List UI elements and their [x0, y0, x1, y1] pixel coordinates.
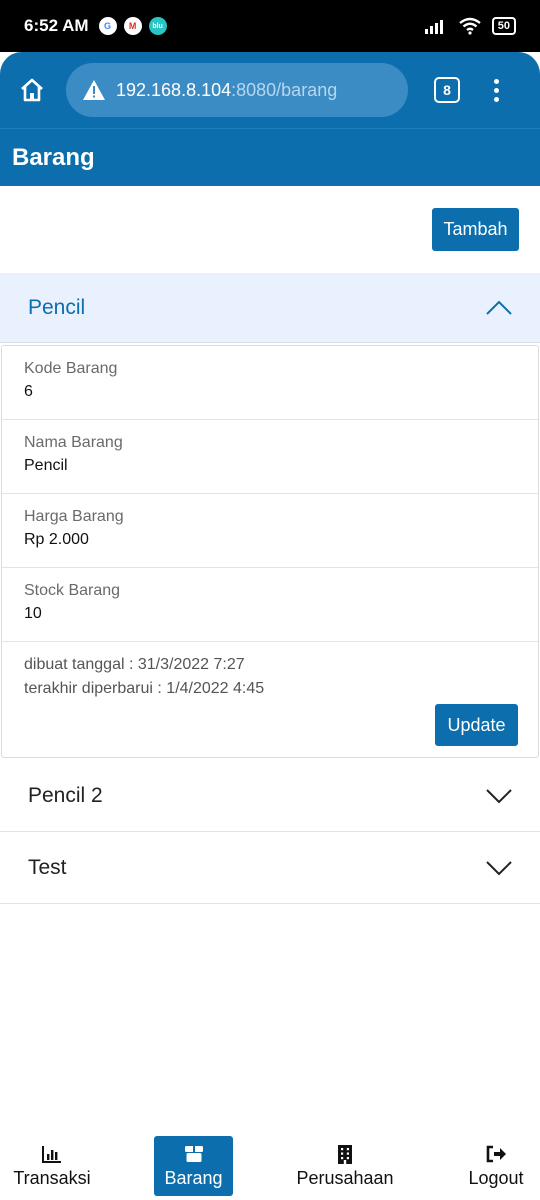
accordion-header-closed[interactable]: Test [0, 832, 540, 904]
warning-icon [82, 79, 106, 101]
url-host: 192.168.8.104 [116, 79, 232, 100]
accordion-title: Pencil [28, 295, 86, 319]
status-indicators: 50 [424, 17, 516, 35]
google-icon: G [98, 17, 117, 35]
detail-label: Stock Barang [24, 582, 121, 599]
app-header: Barang [0, 128, 540, 186]
item-detail-card: Kode Barang 6 Nama Barang Pencil Harga B… [1, 345, 539, 758]
detail-row-harga: Harga Barang Rp 2.000 [2, 494, 538, 568]
bar-chart-icon [42, 1143, 62, 1165]
building-icon [337, 1143, 353, 1165]
update-button[interactable]: Update [435, 704, 518, 746]
detail-row-nama: Nama Barang Pencil [2, 420, 538, 494]
signal-icon [424, 20, 443, 34]
detail-value: 10 [24, 605, 42, 622]
browser-menu-icon[interactable] [494, 78, 499, 102]
accordion-header-closed[interactable]: Pencil 2 [0, 760, 540, 832]
accordion-title: Pencil 2 [28, 783, 103, 807]
chevron-up-icon [486, 300, 512, 316]
home-icon [21, 78, 43, 102]
logout-icon [485, 1143, 507, 1165]
detail-value: Rp 2.000 [24, 531, 89, 548]
detail-row-kode: Kode Barang 6 [2, 346, 538, 420]
gmail-icon: M [123, 17, 142, 35]
nav-barang[interactable]: Barang [154, 1136, 233, 1196]
updated-date: terakhir diperbarui : 1/4/2022 4:45 [24, 680, 265, 697]
status-bar: 6:52 AM G M blu 50 [0, 0, 540, 52]
detail-row-stock: Stock Barang 10 [2, 568, 538, 642]
nav-label: Perusahaan [296, 1168, 394, 1188]
bottom-nav: Transaksi Barang Perusahaan Logout [0, 1132, 540, 1200]
created-date: dibuat tanggal : 31/3/2022 7:27 [24, 656, 245, 673]
box-icon [184, 1143, 204, 1165]
item-meta: dibuat tanggal : 31/3/2022 7:27 terakhir… [2, 642, 538, 758]
nav-label: Logout [468, 1168, 524, 1188]
add-button[interactable]: Tambah [432, 208, 519, 251]
status-time: 6:52 AM [24, 16, 89, 35]
blu-icon: blu [148, 17, 167, 35]
chevron-down-icon [486, 788, 512, 804]
nav-logout[interactable]: Logout [462, 1136, 530, 1196]
nav-label: Transaksi [13, 1168, 91, 1188]
detail-value: Pencil [24, 457, 68, 474]
page-title: Barang [12, 143, 95, 171]
detail-label: Kode Barang [24, 360, 118, 377]
url-path: :8080/barang [231, 79, 338, 100]
chevron-down-icon [486, 860, 512, 876]
accordion-header-open[interactable]: Pencil [0, 273, 540, 343]
detail-value: 6 [24, 383, 33, 400]
nav-label: Barang [164, 1168, 223, 1188]
wifi-icon [459, 17, 481, 35]
accordion-title: Test [28, 855, 67, 879]
home-button[interactable] [14, 72, 50, 108]
url-bar[interactable]: 192.168.8.104:8080/barang [66, 63, 408, 117]
tab-switcher-button[interactable]: 8 [434, 77, 460, 103]
battery-icon: 50 [491, 17, 516, 35]
nav-perusahaan[interactable]: Perusahaan [293, 1136, 397, 1196]
nav-transaksi[interactable]: Transaksi [12, 1136, 92, 1196]
browser-toolbar: 192.168.8.104:8080/barang 8 [0, 52, 540, 128]
detail-label: Nama Barang [24, 434, 123, 451]
detail-label: Harga Barang [24, 508, 124, 525]
